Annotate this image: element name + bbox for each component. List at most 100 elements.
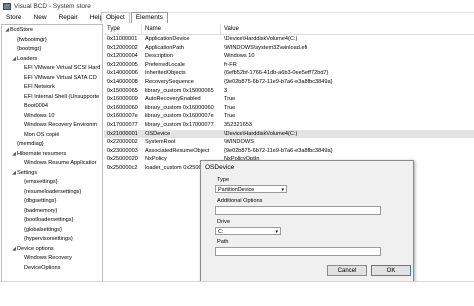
status-bar [0,281,474,306]
cell-name: Description [145,53,173,60]
cell-type: 0x15000065 [107,87,138,94]
type-select[interactable]: PartitionDevice ▾ [215,185,287,193]
ok-button[interactable]: OK [371,265,411,276]
tree-item[interactable]: Windows Recovery [2,254,72,263]
cell-name: library_custom 0x16000060 [145,104,214,111]
menu-repair[interactable]: Repair [53,12,84,23]
tree-item-label: {bootloadersettings} [24,217,74,223]
drive-select[interactable]: C: ▾ [215,227,281,235]
tree-item-label: EFI Network [24,84,55,90]
type-label: Type [217,177,230,183]
table-row[interactable]: 0x12000005 PreferredLocale fr-FR [104,61,474,69]
grid-header: Type Name Value [104,24,474,35]
table-row[interactable]: 0x22000002 SystemRoot \WINDOWS [104,138,474,146]
tree-item-label: {memdiag} [17,141,44,147]
cell-name: library_custom 0x15000065 [145,87,214,94]
menu-store[interactable]: Store [0,12,28,23]
tree-item[interactable]: ◢Loaders [2,55,37,64]
tree-item[interactable]: EFI Network [2,83,55,92]
table-row[interactable]: 0x1600007e library_custom 0x1600007e True [104,112,474,120]
tree-item-label: {bootmgr} [17,46,42,52]
tree-item[interactable]: ◢Device options [2,245,54,254]
cell-name: ApplicationDevice [145,36,190,42]
tree-item[interactable]: Windows Recovery Environm [2,121,97,130]
cell-type: 0x1600007e [107,113,138,120]
tree-item-label: Hibernate resumers [17,150,67,157]
tree-item-label: Loaders [17,55,38,62]
table-row[interactable]: 0x14000006 InheritedObjects {6efb52bf-1766… [104,69,474,77]
cell-value: {6efb52bf-1766-41db-a6b3-0ee5eff72bd7} [224,70,329,77]
cell-name: OSDevice [145,130,171,137]
app-icon [3,2,11,10]
table-row[interactable]: 0x21000001 OSDevice \Device\HarddiskVolume… [104,129,474,138]
tree-item[interactable]: {resumeloadersettings} [2,188,81,197]
tree-item[interactable]: Mon OS copié [2,131,59,140]
header-name[interactable]: Name [142,24,221,34]
tree-item-label: {dbgsettings} [24,198,57,204]
tree-item[interactable]: EFI VMware Virtual SATA CD [2,74,97,83]
cell-value: True [224,96,236,103]
table-row[interactable]: 0x16000060 library_custom 0x16000060 True [104,104,474,112]
cell-value: \WINDOWS [224,139,254,146]
store-tree[interactable]: ◢BcdStore {fwbootmgr} {bootmgr} ◢Loaders EFI… [1,24,103,282]
tab-object[interactable]: Object [101,12,130,23]
tree-item-label: EFI Internal Shell (Unsupporte [24,93,100,100]
cell-type: 0x22000002 [107,139,138,146]
dialog-title: OSDevice [205,164,235,171]
tree-item-label: {badmemory} [24,207,58,214]
table-row[interactable]: 0x17000077 library_custom 0x17000077 35232… [104,121,474,129]
path-input[interactable] [215,247,381,256]
tree-item[interactable]: ◢Settings [2,169,37,178]
tree-item[interactable]: {dbgsettings} [2,197,56,206]
tree-item[interactable]: {fwbootmgr} [2,36,47,45]
tree-item[interactable]: {emssettings} [2,178,58,187]
tree-item[interactable]: {hypervisorsettings} [2,235,73,244]
table-row[interactable]: 0x12000004 Description Windows 10 [104,52,474,60]
tree-item[interactable]: {bootmgr} [2,45,41,54]
table-row[interactable]: 0x12000002 ApplicationPath \WINDOWS\system… [104,44,474,52]
tree-item[interactable]: EFI VMware Virtual SCSI Hard [2,64,100,73]
tree-item[interactable]: {badmemory} [2,207,57,216]
additional-options-input[interactable] [215,206,381,215]
table-row[interactable]: 0x16000009 AutoRecoveryEnabled True [104,95,474,103]
table-row[interactable]: 0x11000001 ApplicationDevice \Device\Hardd… [104,35,474,43]
cell-type: 0x21000001 [107,130,138,137]
cell-type: 0x14000006 [107,70,138,77]
tree-item[interactable]: Windows 10 [2,112,54,121]
header-type[interactable]: Type [104,24,142,34]
cell-type: 0x25000020 [107,156,138,163]
cancel-button[interactable]: Cancel [327,265,367,276]
tree-item[interactable]: Boot0004 [2,102,48,111]
tree-item-label: BcdStore [10,27,34,33]
tree-item-label: Windows Recovery Environm [24,122,98,128]
tree-item[interactable]: Windows Resume Applicatior [2,159,96,168]
tree-item-label: {emssettings} [24,179,58,185]
tree-item[interactable]: {globalsettings} [2,226,62,235]
cell-value: 3 [224,87,228,94]
tree-item-label: Mon OS copié [24,131,60,138]
additional-options-label: Additional Options [217,198,263,204]
tab-strip: Object Elements [101,12,169,23]
tree-item[interactable]: DeviceOptions [2,264,60,273]
table-row[interactable]: 0x23000003 AssociatedResumeObject {9e02b87… [104,147,474,155]
tree-item[interactable]: ◢BcdStore [2,26,33,35]
tree-item[interactable]: {bootloadersettings} [2,216,73,225]
tree-item[interactable]: {memdiag} [2,140,44,149]
window-title: Visual BCD - System store [14,2,91,10]
type-select-value: PartitionDevice [218,187,255,193]
cell-value: {9e02b875-6b72-11e9-b7a6-e3a8fbc3849a} [224,79,333,85]
tree-item-label: Boot0004 [24,103,48,109]
table-row[interactable]: 0x15000065 library_custom 0x15000065 3 [104,87,474,95]
table-row[interactable]: 0x14000008 RecoverySequence {9e02b875-6b72… [104,78,474,86]
tree-item-label: {fwbootmgr} [17,36,47,43]
cell-name: PreferredLocale [145,61,185,68]
header-value[interactable]: Value [221,24,474,34]
tree-item[interactable]: ◢Hibernate resumers [2,150,66,159]
cell-name: library_custom 0x1600007e [145,113,214,120]
tree-item[interactable]: EFI Internal Shell (Unsupporte [2,93,99,102]
menu-new[interactable]: New [28,12,53,23]
tree-item-label: Settings [17,169,38,176]
tab-elements[interactable]: Elements [130,12,168,23]
cell-name: SystemRoot [145,139,176,146]
cell-value: True [224,104,236,111]
